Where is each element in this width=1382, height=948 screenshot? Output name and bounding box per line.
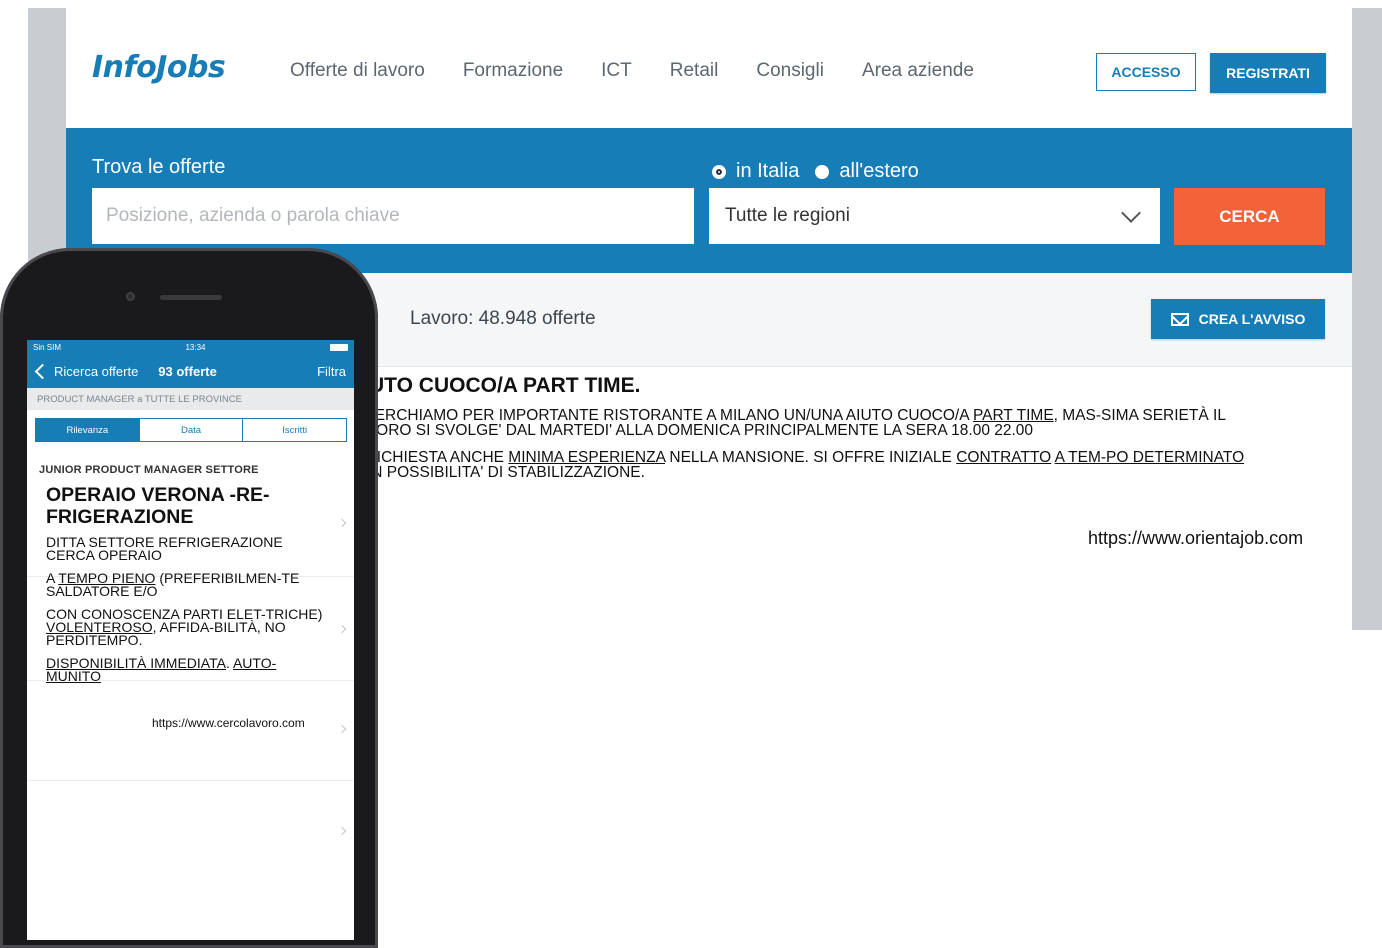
smartphone-mockup: Sin SIM 13:34 Ricerca offerte 93 offerte… xyxy=(0,248,378,948)
nav-offerte-di-lavoro[interactable]: Offerte di lavoro xyxy=(290,60,425,82)
radio-abroad[interactable] xyxy=(815,164,830,179)
chevron-right-icon xyxy=(337,724,347,734)
nav-retail[interactable]: Retail xyxy=(670,60,719,82)
nav-area-aziende[interactable]: Area aziende xyxy=(862,60,974,82)
job-text: NELLA MANSIONE. SI OFFRE INIZIALE xyxy=(665,449,957,466)
link-contratto[interactable]: CONTRATTO xyxy=(956,449,1051,466)
nav-consigli[interactable]: Consigli xyxy=(756,60,824,82)
nav-formazione[interactable]: Formazione xyxy=(463,60,563,82)
create-alert-button[interactable]: CREA L'AVVISO xyxy=(1151,299,1325,339)
offer-count: 93 offerte xyxy=(158,363,217,379)
phone-job-ad: OPERAIO VERONA -RE-FRIGERAZIONE DITTA SE… xyxy=(46,484,331,693)
radio-italy-label[interactable]: in Italia xyxy=(736,160,799,183)
chevron-right-icon xyxy=(337,518,347,528)
search-button[interactable]: CERCA xyxy=(1174,188,1325,245)
location-radio-group: in Italia all'estero xyxy=(712,160,935,183)
login-button[interactable]: ACCESSO xyxy=(1096,53,1196,91)
chevron-down-icon xyxy=(1121,203,1141,223)
job-paragraph-2: E' RICHIESTA ANCHE MINIMA ESPERIENZA NEL… xyxy=(348,449,1268,481)
job-paragraph-1: RICERCHIAMO PER IMPORTANTE RISTORANTE A … xyxy=(348,408,1268,439)
create-alert-label: CREA L'AVVISO xyxy=(1198,311,1306,327)
site-header: InfoJobs Offerte di lavoro Formazione IC… xyxy=(66,8,1352,128)
keyword-search-input[interactable] xyxy=(92,188,694,244)
infojobs-logo[interactable]: InfoJobs xyxy=(92,50,226,85)
job-source-url: https://www.orientajob.com xyxy=(1088,528,1304,548)
search-heading: Trova le offerte xyxy=(92,156,226,178)
sort-segmented-control: Rilevanza Data Iscritti xyxy=(35,418,347,442)
list-divider xyxy=(27,780,354,781)
clock: 13:34 xyxy=(185,342,206,352)
results-count: Lavoro: 48.948 offerte xyxy=(410,308,596,329)
status-bar: Sin SIM 13:34 xyxy=(27,340,354,354)
list-item-title-peek[interactable]: JUNIOR PRODUCT MANAGER SETTORE xyxy=(39,464,339,474)
radio-italy[interactable] xyxy=(712,164,726,179)
search-breadcrumb: PRODUCT MANAGER a TUTTE LE PROVINCE xyxy=(27,388,354,410)
app-bar: Ricerca offerte 93 offerte Filtra xyxy=(27,354,354,388)
tab-data[interactable]: Data xyxy=(140,419,244,441)
job-ad: AIUTO CUOCO/A PART TIME. RICERCHIAMO PER… xyxy=(348,374,1268,492)
main-nav: Offerte di lavoro Formazione ICT Retail … xyxy=(290,60,1012,82)
camera-icon xyxy=(126,292,135,301)
job-title: AIUTO CUOCO/A PART TIME. xyxy=(348,374,641,397)
phone-screen: Sin SIM 13:34 Ricerca offerte 93 offerte… xyxy=(27,340,354,940)
job-text: CON POSSIBILITA' DI STABILIZZAZIONE. xyxy=(348,464,645,481)
phone-job-source-url: https://www.cercolavoro.com xyxy=(152,716,305,730)
phone-job-title: OPERAIO VERONA -RE-FRIGERAZIONE xyxy=(46,484,270,528)
carrier-label: Sin SIM xyxy=(33,342,62,352)
link-tempo-determinato[interactable]: A TEM-PO DETERMINATO xyxy=(1055,449,1244,466)
tab-iscritti[interactable]: Iscritti xyxy=(243,419,346,441)
speaker-grille xyxy=(160,295,222,300)
radio-abroad-label[interactable]: all'estero xyxy=(839,160,918,183)
nav-ict[interactable]: ICT xyxy=(601,60,632,82)
register-button[interactable]: REGISTRATI xyxy=(1210,53,1326,93)
back-chevron-icon[interactable] xyxy=(34,363,51,379)
region-select-value: Tutte le regioni xyxy=(725,205,850,226)
tab-rilevanza[interactable]: Rilevanza xyxy=(36,419,140,441)
filter-button[interactable]: Filtra xyxy=(317,364,346,379)
battery-icon xyxy=(329,343,348,351)
region-select[interactable]: Tutte le regioni xyxy=(709,188,1160,244)
chevron-right-icon xyxy=(337,624,347,634)
phone-job-paragraph-3: CON CONOSCENZA PARTI ELET-TRICHE) VOLENT… xyxy=(46,607,331,647)
job-text: . xyxy=(225,655,233,671)
back-button[interactable]: Ricerca offerte xyxy=(54,364,138,379)
phone-job-paragraph-2: A TEMPO PIENO (PREFERIBILMEN-TE SALDATOR… xyxy=(46,571,331,598)
phone-job-paragraph-1: DITTA SETTORE REFRIGERAZIONE CERCA OPERA… xyxy=(46,534,283,563)
chevron-right-icon xyxy=(337,826,347,836)
phone-job-paragraph-4: DISPONIBILITÀ IMMEDIATA. AUTO-MUNITO xyxy=(46,655,331,683)
envelope-icon xyxy=(1170,312,1189,326)
